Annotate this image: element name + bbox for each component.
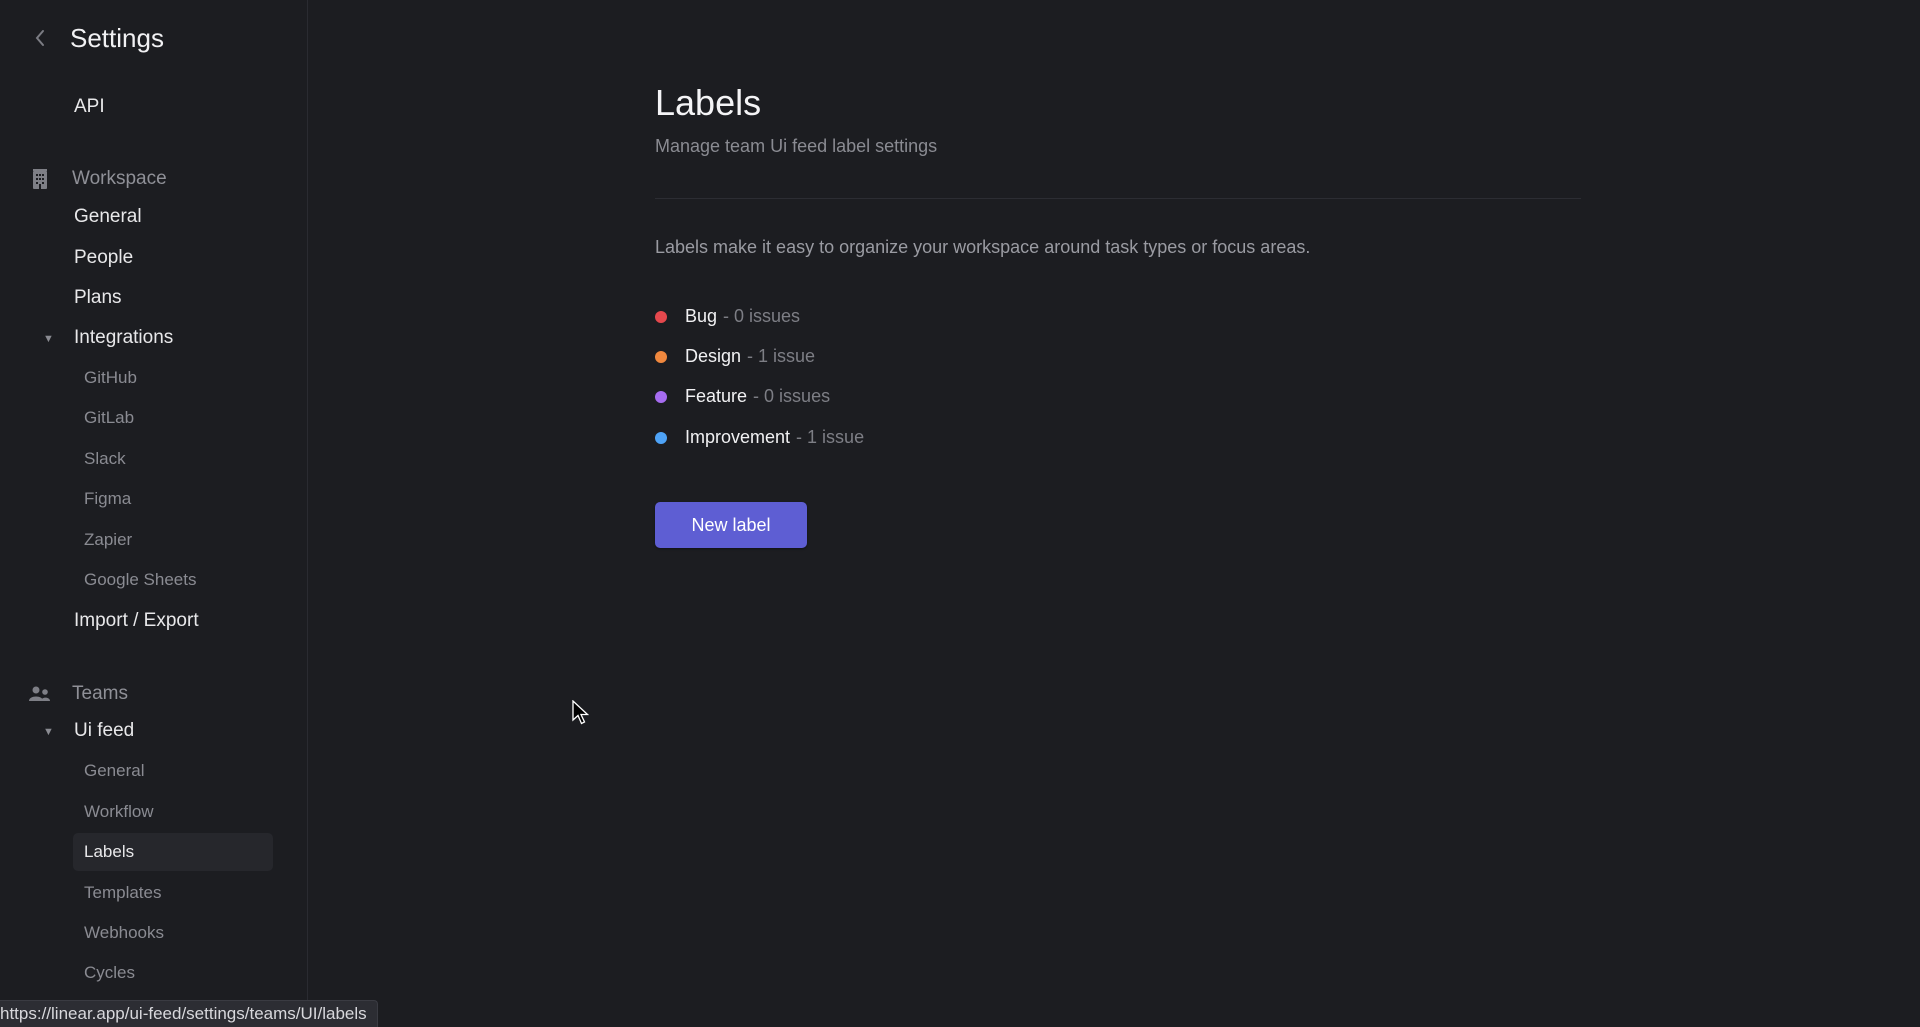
label-color-dot [655, 310, 667, 323]
sidebar-item-zapier[interactable]: Zapier [73, 521, 273, 559]
page-subtitle: Manage team Ui feed label settings [655, 136, 938, 156]
main-content: Labels Manage team Ui feed label setting… [309, 0, 1920, 1026]
sidebar-item-people[interactable]: People [74, 247, 133, 269]
people-icon [28, 682, 52, 706]
sidebar-item-team-webhooks[interactable]: Webhooks [73, 914, 273, 952]
section-teams: Teams [28, 682, 128, 706]
sidebar-title: Settings [70, 22, 164, 53]
sidebar-item-team-workflow[interactable]: Workflow [73, 793, 273, 831]
sidebar-item-google-sheets[interactable]: Google Sheets [73, 561, 273, 599]
sidebar-item-api[interactable]: API [74, 96, 105, 118]
sidebar-item-figma[interactable]: Figma [73, 480, 273, 518]
label-item-improvement[interactable]: Improvement - 1 issue [655, 427, 864, 448]
settings-sidebar: Settings API Workspace General People Pl… [0, 0, 308, 1026]
section-workspace: Workspace [28, 167, 167, 191]
sidebar-item-team-cycles[interactable]: Cycles [73, 954, 273, 992]
sidebar-item-github[interactable]: GitHub [73, 359, 273, 397]
section-label: Workspace [72, 168, 167, 189]
link-preview-statusbar: https://linear.app/ui-feed/settings/team… [0, 1000, 378, 1027]
sidebar-item-slack[interactable]: Slack [73, 440, 273, 478]
label-issue-count: - 1 issue [747, 346, 816, 366]
label-item-feature[interactable]: Feature - 0 issues [655, 386, 830, 407]
label-name: Feature [685, 386, 748, 406]
caret-down-icon[interactable]: ▼ [43, 333, 54, 345]
sidebar-header: Settings [0, 18, 308, 58]
page-title: Labels [655, 82, 762, 123]
label-issue-count: - 1 issue [796, 427, 865, 447]
mouse-cursor-icon [572, 699, 590, 731]
label-issue-count: - 0 issues [723, 306, 801, 326]
labels-description: Labels make it easy to organize your wor… [655, 237, 1311, 257]
sidebar-item-gitlab[interactable]: GitLab [73, 399, 273, 437]
sidebar-item-import-export[interactable]: Import / Export [74, 610, 199, 632]
label-color-dot [655, 431, 667, 444]
label-issue-count: - 0 issues [753, 386, 831, 406]
sidebar-item-team-templates[interactable]: Templates [73, 874, 273, 912]
label-name: Design [685, 346, 742, 366]
divider [655, 198, 1581, 199]
caret-down-icon[interactable]: ▼ [43, 726, 54, 738]
label-color-dot [655, 350, 667, 363]
back-button[interactable] [30, 24, 50, 52]
sidebar-item-integrations[interactable]: Integrations [74, 327, 173, 349]
label-item-bug[interactable]: Bug - 0 issues [655, 306, 800, 327]
label-name: Bug [685, 306, 718, 326]
section-label: Teams [72, 683, 128, 704]
sidebar-item-general[interactable]: General [74, 206, 142, 228]
building-icon [28, 167, 52, 191]
sidebar-item-team-labels[interactable]: Labels [73, 833, 273, 871]
label-item-design[interactable]: Design - 1 issue [655, 346, 815, 367]
sidebar-item-team-ui-feed[interactable]: Ui feed [74, 720, 134, 742]
sidebar-item-team-general[interactable]: General [73, 752, 273, 790]
new-label-button[interactable]: New label [655, 502, 807, 548]
label-color-dot [655, 390, 667, 403]
chevron-left-icon [35, 30, 44, 46]
sidebar-item-plans[interactable]: Plans [74, 287, 122, 309]
label-name: Improvement [685, 427, 791, 447]
